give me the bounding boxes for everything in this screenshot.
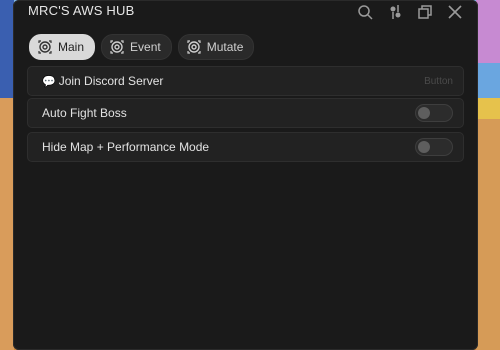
tab-label: Mutate bbox=[206, 40, 244, 54]
hub-window: MRC'S AWS HUB Main Event Mutate 💬 Join D… bbox=[13, 0, 478, 350]
settings-icon[interactable] bbox=[386, 3, 404, 21]
hide-map-performance-label: Hide Map + Performance Mode bbox=[42, 140, 210, 154]
game-background-left bbox=[0, 0, 14, 350]
tab-main[interactable]: Main bbox=[29, 34, 96, 60]
auto-fight-boss-row: Auto Fight Boss bbox=[27, 98, 464, 128]
toggle-knob bbox=[418, 107, 430, 119]
target-icon bbox=[110, 40, 124, 54]
tab-bar: Main Event Mutate bbox=[29, 34, 255, 60]
auto-fight-boss-toggle[interactable] bbox=[415, 104, 453, 122]
tab-label: Event bbox=[130, 40, 161, 54]
titlebar[interactable]: MRC'S AWS HUB bbox=[13, 0, 478, 26]
join-discord-button[interactable]: 💬 Join Discord Server Button bbox=[27, 66, 464, 96]
titlebar-controls bbox=[356, 3, 464, 21]
tab-event[interactable]: Event bbox=[101, 34, 172, 60]
search-icon[interactable] bbox=[356, 3, 374, 21]
join-discord-label: Join Discord Server bbox=[58, 74, 164, 88]
tab-label: Main bbox=[58, 40, 85, 54]
minimize-icon[interactable] bbox=[416, 3, 434, 21]
hide-map-performance-row: Hide Map + Performance Mode bbox=[27, 132, 464, 162]
hide-map-performance-toggle[interactable] bbox=[415, 138, 453, 156]
target-icon bbox=[38, 40, 52, 54]
chat-icon: 💬 bbox=[42, 75, 56, 88]
toggle-knob bbox=[418, 141, 430, 153]
game-background-right bbox=[476, 0, 500, 350]
auto-fight-boss-label: Auto Fight Boss bbox=[42, 106, 127, 120]
window-title: MRC'S AWS HUB bbox=[28, 3, 135, 18]
close-icon[interactable] bbox=[446, 3, 464, 21]
row-label: 💬 Join Discord Server bbox=[42, 74, 163, 88]
tab-mutate[interactable]: Mutate bbox=[177, 34, 255, 60]
target-icon bbox=[187, 40, 201, 54]
button-hint: Button bbox=[424, 75, 453, 87]
